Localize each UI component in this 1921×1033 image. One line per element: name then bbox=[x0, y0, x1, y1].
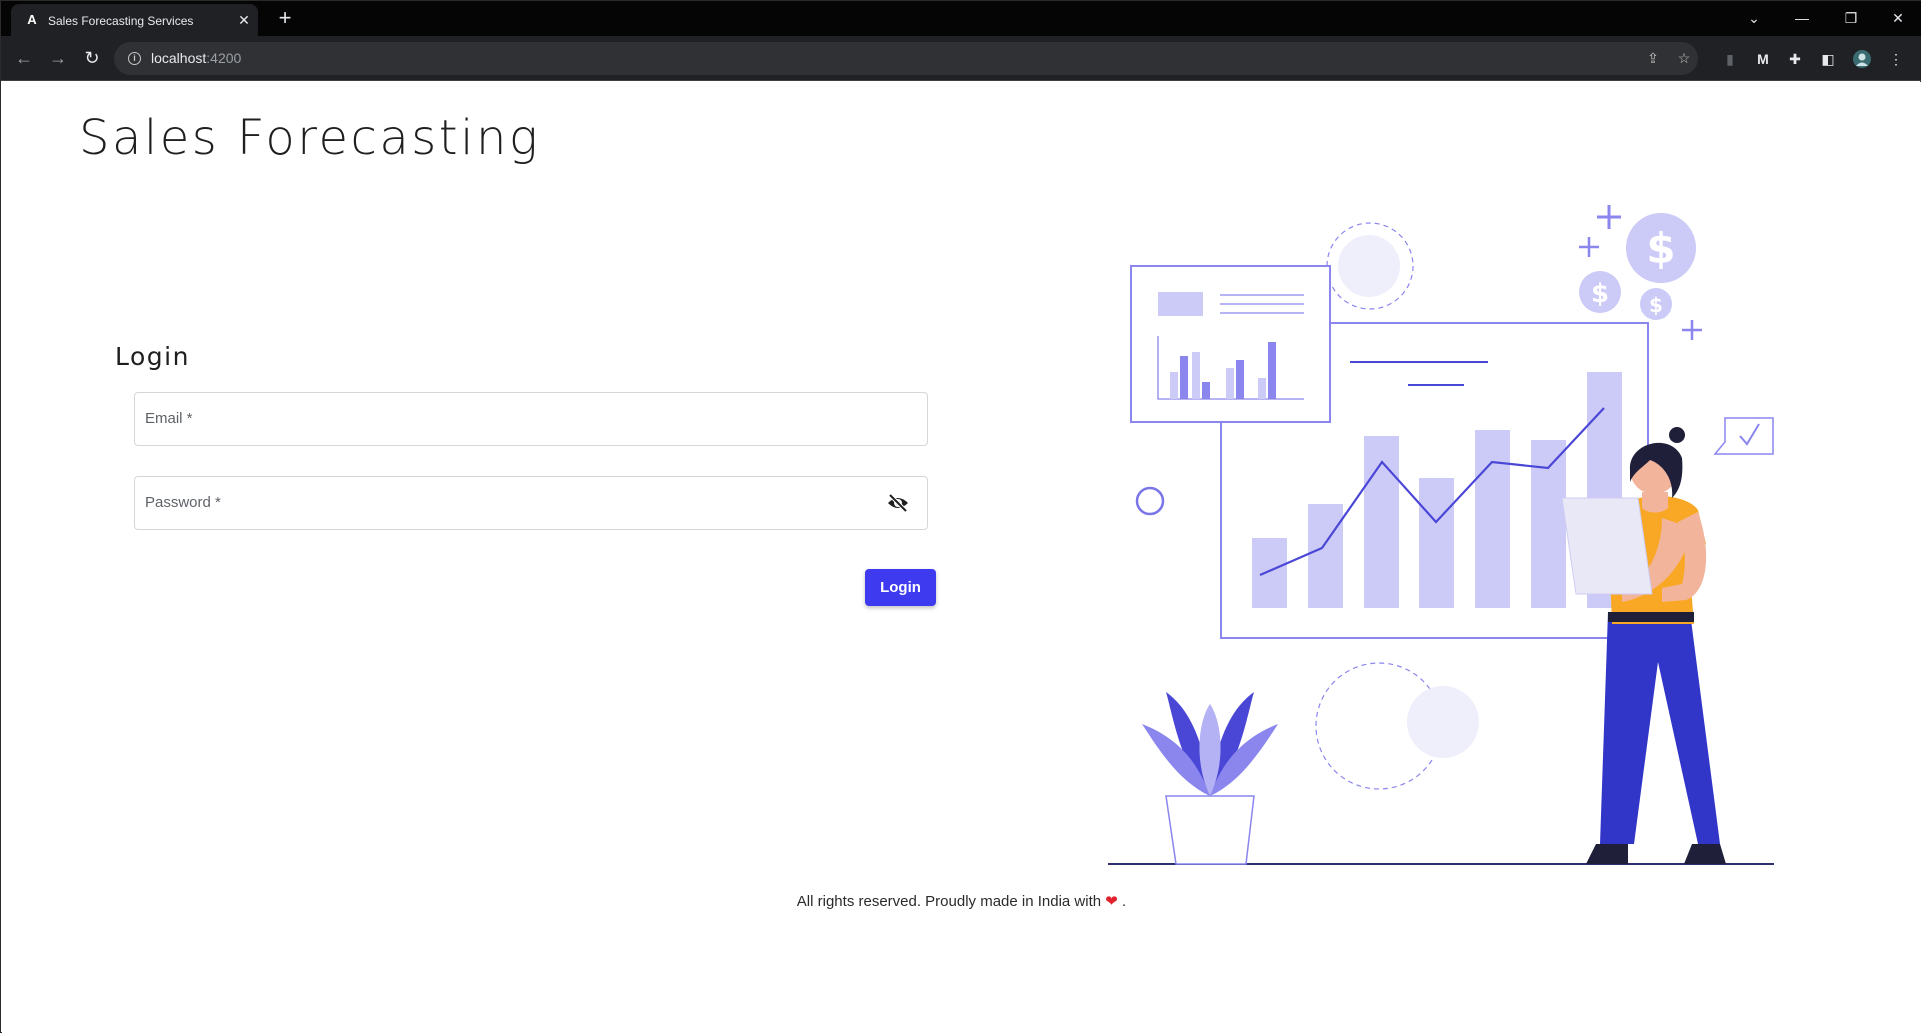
browser-window: A Sales Forecasting Services ✕ + ⌄ — ❐ ✕… bbox=[0, 0, 1921, 1033]
email-field[interactable]: Email * bbox=[134, 392, 928, 446]
footer-text: All rights reserved. Proudly made in Ind… bbox=[796, 893, 1102, 910]
footer: All rights reserved. Proudly made in Ind… bbox=[2, 892, 1921, 910]
login-button[interactable]: Login bbox=[865, 569, 936, 606]
close-window-icon[interactable]: ✕ bbox=[1883, 6, 1913, 30]
password-field[interactable]: Password * bbox=[134, 476, 928, 530]
browser-toolbar: ← → ↻ i localhost:4200 ⇪ ☆ ▮ M ✚ ◧ ⋮ bbox=[1, 36, 1921, 81]
minimize-icon[interactable]: — bbox=[1787, 6, 1817, 30]
browser-menu-icon[interactable]: ⋮ bbox=[1887, 50, 1905, 68]
forward-icon[interactable]: → bbox=[47, 47, 69, 69]
check-bubble-icon bbox=[1713, 417, 1774, 455]
angular-favicon-icon: A bbox=[27, 12, 37, 27]
board-bar-5 bbox=[1475, 430, 1510, 608]
side-panel-icon[interactable]: ◧ bbox=[1819, 50, 1837, 68]
deco-circle-bottom bbox=[1407, 686, 1479, 758]
email-label: Email * bbox=[145, 410, 193, 427]
heart-icon: ❤ bbox=[1105, 893, 1118, 910]
visibility-off-icon[interactable] bbox=[887, 493, 909, 513]
footer-suffix: . bbox=[1122, 893, 1127, 910]
board-bar-1 bbox=[1252, 538, 1287, 608]
close-tab-icon[interactable]: ✕ bbox=[235, 11, 253, 29]
malwarebytes-icon[interactable]: M bbox=[1754, 50, 1772, 68]
restore-icon[interactable]: ❐ bbox=[1836, 6, 1866, 30]
plant-pot bbox=[1165, 795, 1255, 865]
site-info-icon[interactable]: i bbox=[128, 52, 141, 65]
svg-text:$: $ bbox=[1646, 224, 1675, 273]
reload-icon[interactable]: ↻ bbox=[81, 47, 103, 69]
tab-strip: A Sales Forecasting Services ✕ + ⌄ — ❐ ✕ bbox=[1, 1, 1921, 36]
board-bar-4 bbox=[1419, 478, 1454, 608]
svg-text:$: $ bbox=[1591, 279, 1609, 309]
browser-tab[interactable]: A Sales Forecasting Services ✕ bbox=[11, 4, 258, 36]
plus-icon bbox=[1597, 205, 1621, 229]
board-bar-6 bbox=[1531, 440, 1566, 608]
app-title: Sales Forecasting bbox=[79, 110, 541, 166]
board-bar-2 bbox=[1308, 504, 1343, 608]
login-heading: Login bbox=[115, 342, 190, 371]
share-icon[interactable]: ⇪ bbox=[1644, 49, 1662, 67]
password-label: Password * bbox=[145, 494, 221, 511]
url-text: localhost:4200 bbox=[151, 50, 242, 66]
sales-analytics-illustration: $ $ $ bbox=[1108, 205, 1774, 865]
tab-title: Sales Forecasting Services bbox=[48, 14, 194, 28]
address-bar[interactable]: i localhost:4200 ⇪ ☆ bbox=[114, 42, 1698, 75]
extensions-puzzle-icon[interactable]: ✚ bbox=[1786, 50, 1804, 68]
plus-icon bbox=[1579, 237, 1599, 257]
tab-search-icon[interactable]: ⌄ bbox=[1739, 6, 1769, 30]
deco-ring bbox=[1135, 486, 1165, 516]
back-icon[interactable]: ← bbox=[13, 47, 35, 69]
profile-avatar-icon[interactable] bbox=[1853, 50, 1871, 68]
small-card-block bbox=[1158, 292, 1203, 316]
extension-pin-icon[interactable]: ▮ bbox=[1721, 50, 1739, 68]
deco-circle-top bbox=[1338, 235, 1400, 297]
new-tab-icon[interactable]: + bbox=[273, 6, 297, 30]
page-content: Sales Forecasting Login Email * Password… bbox=[2, 82, 1921, 1033]
svg-text:$: $ bbox=[1649, 293, 1663, 317]
bookmark-star-icon[interactable]: ☆ bbox=[1675, 49, 1693, 67]
laptop-screen bbox=[1561, 497, 1653, 595]
plus-icon bbox=[1682, 320, 1702, 340]
